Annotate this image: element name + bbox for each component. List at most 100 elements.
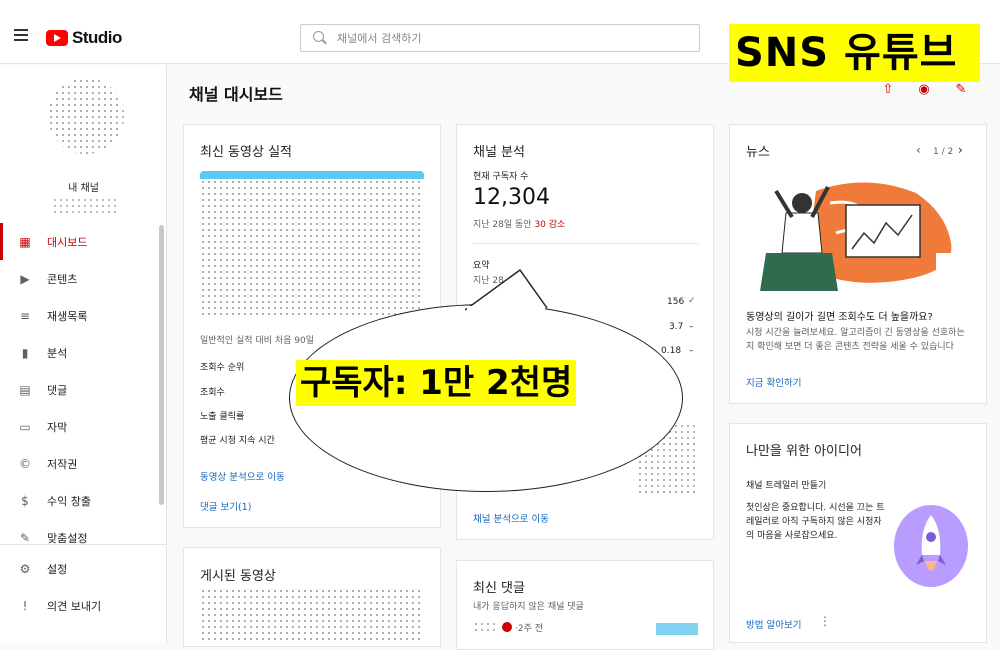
change-value: 30 감소 (534, 220, 566, 230)
speech-bubble-tail (465, 268, 548, 312)
news-headline: 동영상의 길이가 길면 조회수도 더 높을까요? (746, 312, 933, 323)
video-thumbnail[interactable] (656, 623, 698, 635)
commenter-badge-icon (502, 622, 512, 632)
more-icon[interactable]: ⋮ (819, 614, 831, 628)
sidebar-item-label: 설정 (47, 562, 68, 576)
metric-label: 조회수 (200, 388, 225, 398)
live-icon[interactable]: ◉ (914, 80, 934, 100)
sidebar-item-analytics[interactable]: ▮ 분석 (0, 334, 167, 371)
summary-value: 3.7 (669, 322, 684, 332)
sidebar-item-label: 대시보드 (47, 235, 88, 249)
channel-analytics-link[interactable]: 채널 분석으로 이동 (473, 511, 549, 525)
channel-name: 내 채널 (68, 183, 99, 194)
subtitles-icon: ▭ (19, 419, 31, 434)
dash-icon: – (689, 346, 694, 356)
card-title: 채널 분석 (473, 145, 525, 160)
sidebar-item-label: 댓글 (47, 383, 68, 397)
view-comments-link[interactable]: 댓글 보기(1) (200, 499, 251, 513)
bubble-text: 구독자: 1만 2천명 (296, 360, 577, 406)
overlay-banner: SNS 유튜브 (729, 24, 980, 82)
menu-icon[interactable] (14, 29, 28, 41)
card-title: 최신 동영상 실적 (200, 145, 292, 160)
idea-body: 첫인상은 중요합니다. 시선을 끄는 트레일러로 아직 구독하지 않은 시청자의… (746, 503, 885, 541)
comment-time: ·2주 전 (515, 624, 544, 634)
latest-comments-card: 최신 댓글 내가 응답하지 않은 채널 댓글 ·2주 전 (456, 560, 714, 650)
news-body: 시청 시간을 늘려보세요. 알고리즘이 긴 동영상을 선호하는지 확인해 보면 … (746, 328, 965, 352)
sidebar-item-label: 콘텐츠 (47, 272, 78, 286)
sidebar-item-subtitles[interactable]: ▭ 자막 (0, 408, 167, 445)
settings-icon: ⚙ (19, 561, 31, 576)
sidebar-divider (0, 544, 167, 545)
sidebar-item-label: 의견 보내기 (47, 599, 102, 613)
playlist-icon: ≡ (19, 308, 31, 323)
subscribers-label: 현재 구독자 수 (473, 172, 529, 182)
news-illustration (746, 173, 970, 291)
rocket-illustration (894, 505, 968, 587)
dash-icon: – (689, 322, 694, 332)
card-title: 최신 댓글 (473, 581, 525, 596)
metric-label: 평균 시청 지속 시간 (200, 436, 275, 446)
summary-value: 156 (667, 297, 685, 307)
customize-icon: ✎ (19, 530, 31, 545)
idea-link[interactable]: 방법 알아보기 (746, 617, 801, 631)
news-pager: 1 / 2 (933, 147, 954, 157)
sidebar-item-comments[interactable]: ▤ 댓글 (0, 371, 167, 408)
card-title: 나만을 위한 아이디어 (746, 444, 862, 459)
youtube-play-icon (46, 30, 68, 46)
video-thumbnail[interactable] (200, 588, 424, 644)
card-title: 뉴스 (746, 145, 770, 160)
content-icon: ▶ (20, 271, 30, 286)
sidebar-scrollbar[interactable] (159, 225, 164, 505)
feedback-icon: ! (22, 598, 28, 613)
logo-text: Studio (72, 28, 122, 47)
monetization-icon: $ (21, 493, 29, 508)
search-icon (313, 31, 324, 42)
video-analytics-link[interactable]: 동영상 분석으로 이동 (200, 469, 285, 483)
search-input[interactable] (337, 29, 687, 47)
chevron-left-icon[interactable]: ‹ (916, 143, 921, 157)
sidebar-item-settings[interactable]: ⚙ 설정 (0, 550, 167, 587)
search-box[interactable] (300, 24, 700, 52)
create-post-icon[interactable]: ✎ (951, 80, 971, 100)
sidebar-bottom-nav: ⚙ 설정 ! 의견 보내기 (0, 550, 167, 624)
metric-label: 노출 클릭률 (200, 412, 245, 422)
sidebar-item-label: 수익 창출 (47, 494, 91, 508)
channel-subtitle-blur (52, 197, 118, 215)
sidebar-item-copyright[interactable]: © 저작권 (0, 445, 167, 482)
commenter-name (473, 621, 499, 635)
sidebar-item-label: 분석 (47, 346, 68, 360)
news-link[interactable]: 지금 확인하기 (746, 375, 801, 389)
divider (473, 243, 699, 244)
video-thumbnail[interactable] (200, 171, 424, 317)
sidebar-item-label: 자막 (47, 420, 68, 434)
check-icon: ✓ (688, 296, 696, 306)
metric-label: 조회수 순위 (200, 363, 245, 373)
comments-icon: ▤ (19, 382, 31, 397)
sidebar-nav: ▦ 대시보드 ▶ 콘텐츠 ≡ 재생목록 ▮ 분석 ▤ 댓글 ▭ 자막 © 저작권 $ 수익 창출… (0, 223, 167, 556)
page-title: 채널 대시보드 (189, 85, 283, 104)
card-subtitle: 내가 응답하지 않은 채널 댓글 (473, 602, 584, 612)
sidebar-item-label: 재생목록 (47, 309, 88, 323)
upload-icon[interactable]: ⇧ (878, 80, 898, 100)
summary-value: 0.18 (661, 346, 682, 356)
card-title: 게시된 동영상 (200, 569, 276, 584)
sidebar: 내 채널 ▦ 대시보드 ▶ 콘텐츠 ≡ 재생목록 ▮ 분석 ▤ 댓글 ▭ 자막 © 저작권 $… (0, 65, 167, 643)
sidebar-item-dashboard[interactable]: ▦ 대시보드 (0, 223, 167, 260)
idea-subtitle: 채널 트레일러 만들기 (746, 481, 827, 491)
analytics-icon: ▮ (21, 345, 29, 360)
chevron-right-icon[interactable]: › (958, 143, 963, 157)
sidebar-item-playlist[interactable]: ≡ 재생목록 (0, 297, 167, 334)
sidebar-item-label: 저작권 (47, 457, 78, 471)
studio-logo[interactable]: Studio (46, 28, 122, 48)
dashboard-icon: ▦ (19, 234, 31, 249)
sidebar-item-content[interactable]: ▶ 콘텐츠 (0, 260, 167, 297)
subscribers-count: 12,304 (473, 185, 550, 210)
copyright-icon: © (19, 456, 31, 471)
news-card: 뉴스 ‹ 1 / 2 › 동영상의 길이가 길면 조회수도 더 높을까요? 시청… (729, 124, 987, 404)
published-videos-card: 게시된 동영상 (183, 547, 441, 647)
sidebar-item-feedback[interactable]: ! 의견 보내기 (0, 587, 167, 624)
subscriber-change: 지난 28일 동안 30 감소 (473, 217, 565, 230)
change-period: 지난 28일 동안 (473, 220, 532, 230)
channel-avatar[interactable] (48, 78, 124, 154)
sidebar-item-monetization[interactable]: $ 수익 창출 (0, 482, 167, 519)
